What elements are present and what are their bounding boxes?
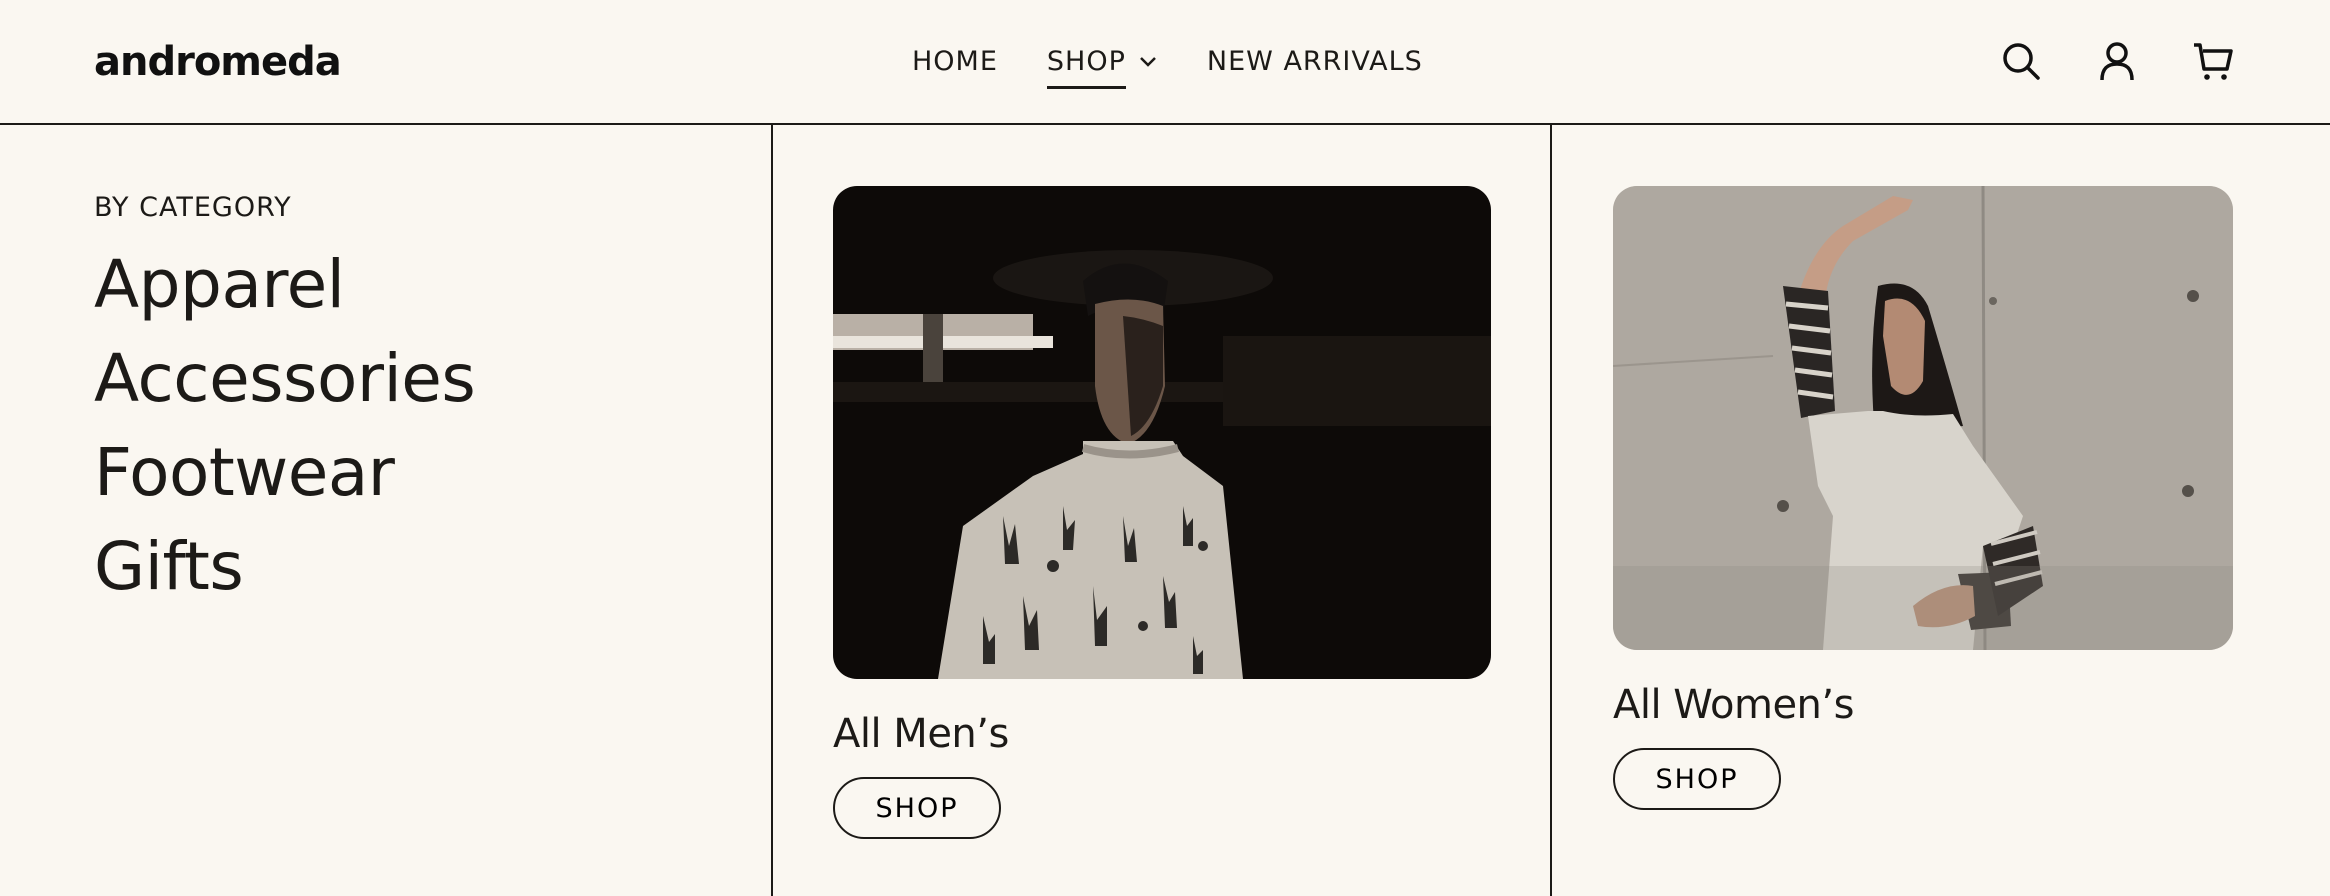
search-icon[interactable]: [2000, 40, 2042, 82]
category-accessories[interactable]: Accessories: [94, 332, 694, 426]
sidebar-heading: BY CATEGORY: [94, 192, 292, 223]
nav-shop[interactable]: SHOP: [1046, 44, 1158, 89]
user-icon[interactable]: [2096, 40, 2138, 82]
nav-shop-label: SHOP: [1046, 44, 1126, 89]
mens-image[interactable]: [833, 186, 1491, 679]
site-header: andromeda HOME SHOP NEW ARRIVALS: [0, 0, 2330, 125]
card-mens: All Men’s SHOP: [833, 186, 1491, 839]
shop-mens-button[interactable]: SHOP: [833, 777, 1001, 839]
main-nav: HOME SHOP NEW ARRIVALS: [912, 44, 1423, 89]
category-sidebar: BY CATEGORY Apparel Accessories Footwear…: [94, 190, 694, 614]
column-divider: [1550, 125, 1552, 896]
card-title-womens: All Women’s: [1613, 682, 1854, 728]
womens-photo: [1613, 186, 2233, 650]
category-gifts[interactable]: Gifts: [94, 520, 694, 614]
category-apparel[interactable]: Apparel: [94, 238, 694, 332]
category-footwear[interactable]: Footwear: [94, 426, 694, 520]
shop-womens-button[interactable]: SHOP: [1613, 748, 1781, 810]
mens-photo: [833, 186, 1491, 679]
site-logo[interactable]: andromeda: [94, 38, 342, 86]
chevron-down-icon: [1140, 57, 1156, 67]
card-womens: All Women’s SHOP: [1613, 186, 2233, 810]
column-divider: [771, 125, 773, 896]
nav-home[interactable]: HOME: [912, 44, 998, 80]
nav-new-arrivals-label: NEW ARRIVALS: [1206, 46, 1423, 77]
cart-icon[interactable]: [2192, 40, 2234, 82]
nav-new-arrivals[interactable]: NEW ARRIVALS: [1207, 44, 1423, 80]
header-actions: [2000, 40, 2234, 82]
womens-image[interactable]: [1613, 186, 2233, 650]
nav-home-label: HOME: [912, 46, 998, 77]
card-title-mens: All Men’s: [833, 711, 1009, 757]
